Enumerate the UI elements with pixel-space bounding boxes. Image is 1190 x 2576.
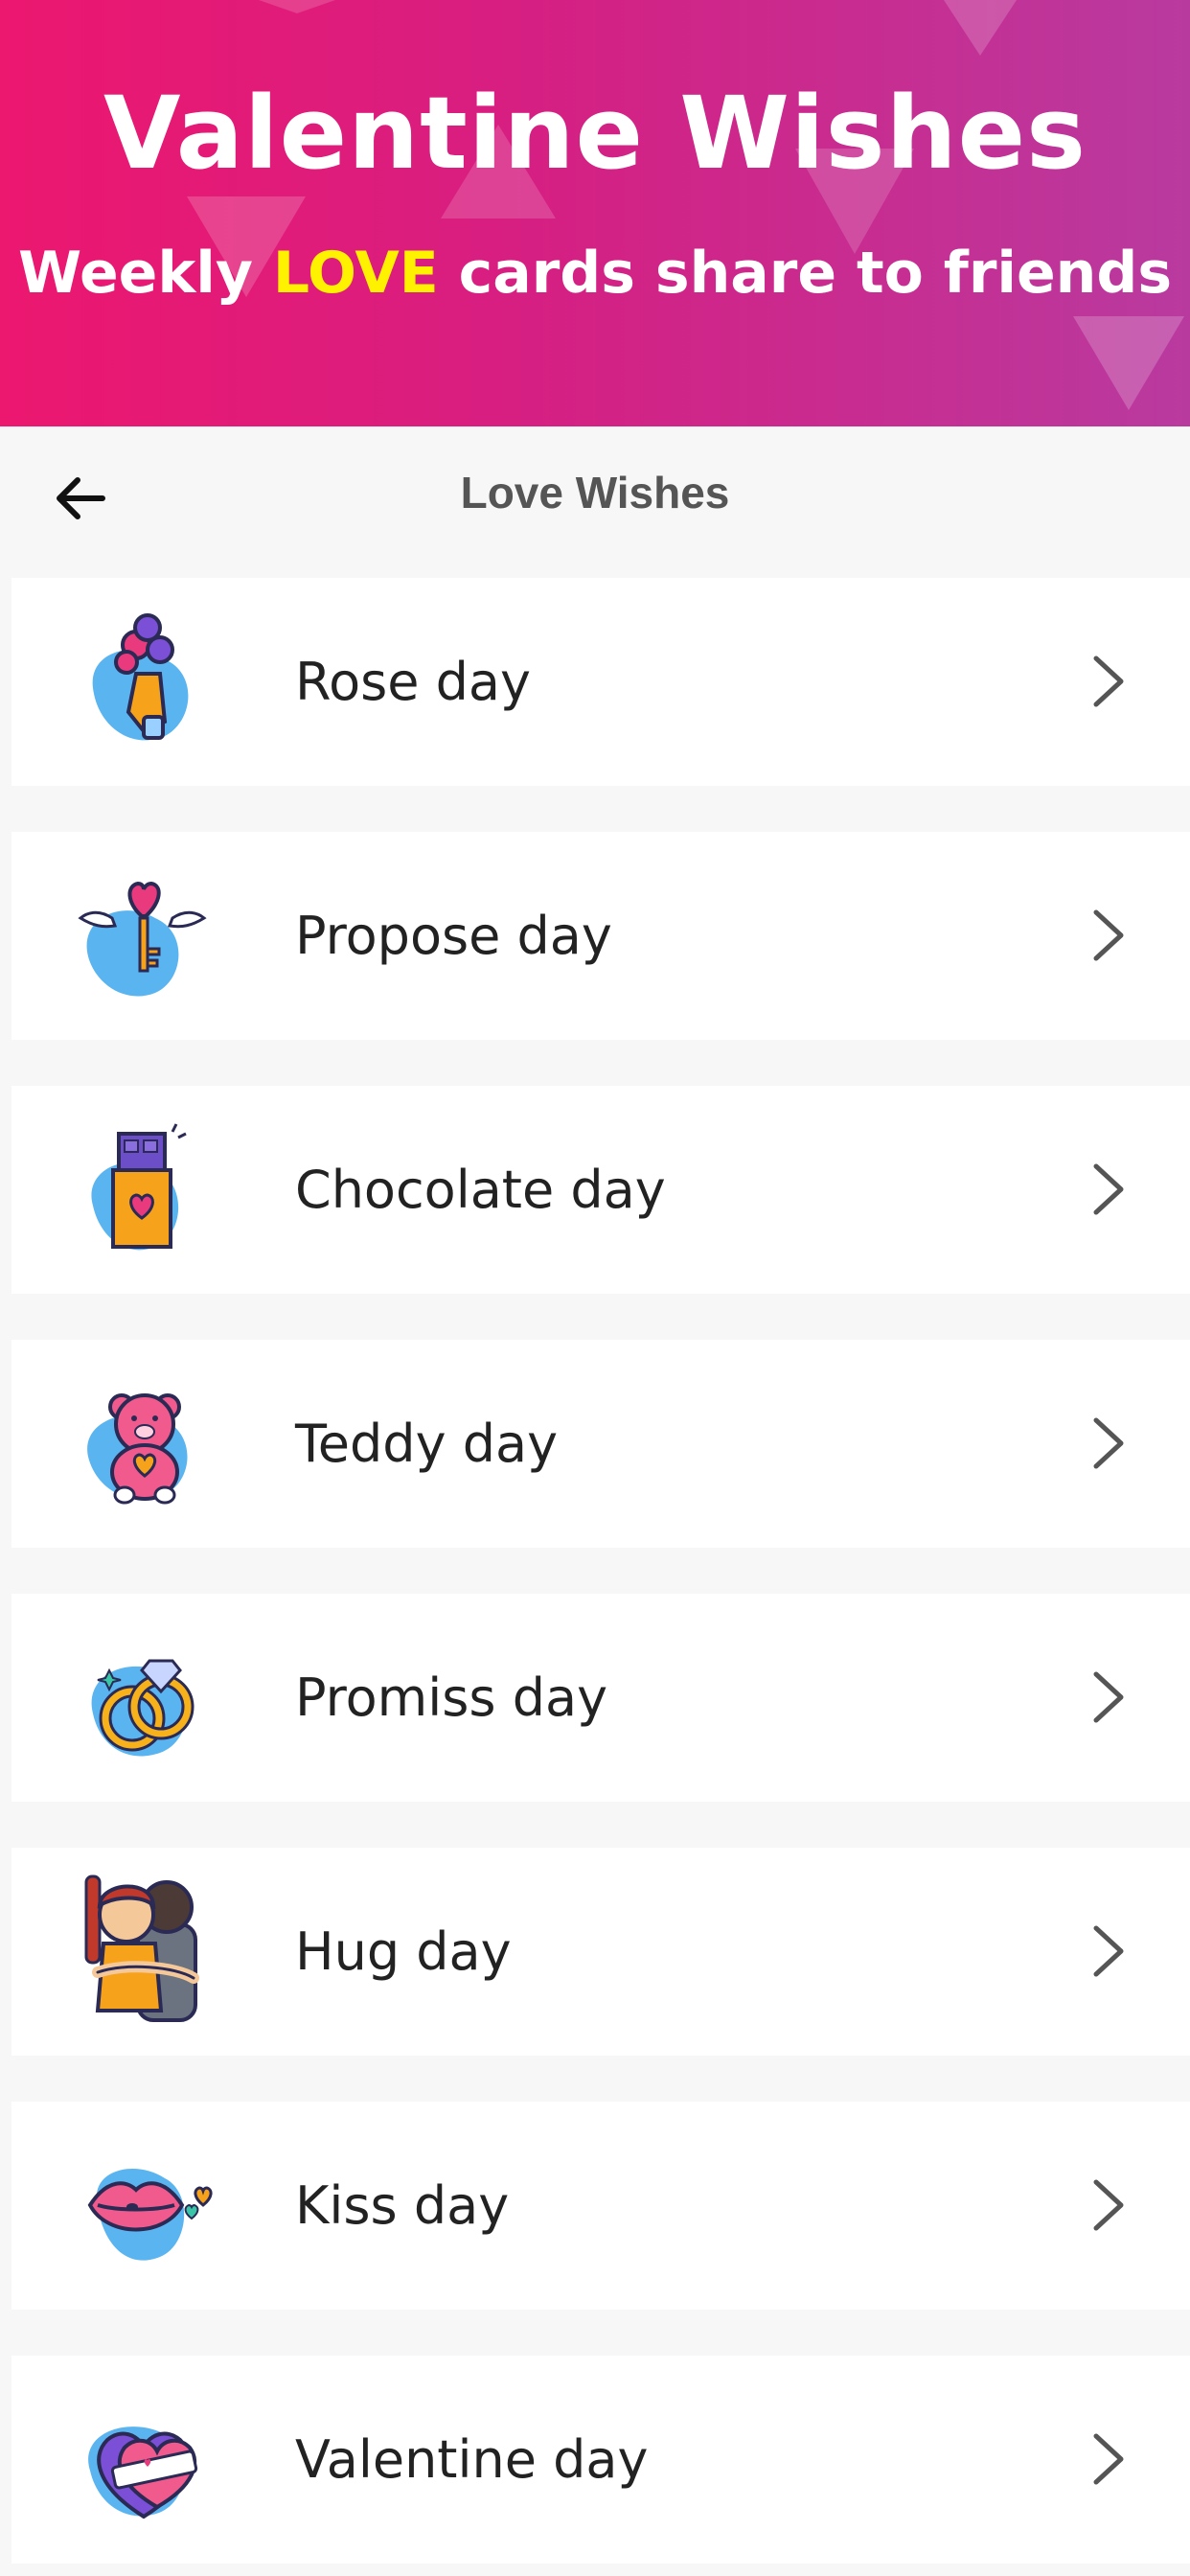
rings-icon — [91, 1659, 195, 1757]
winged-heart-key-icon — [78, 881, 207, 997]
chevron-right-icon — [1093, 1417, 1124, 1469]
heart-ribbon-icon — [88, 2426, 198, 2519]
subtitle-prefix: Weekly — [17, 240, 273, 307]
rose-bouquet-icon — [92, 613, 189, 741]
list-item-chocolate-day[interactable]: Chocolate day — [11, 1086, 1190, 1294]
subtitle-highlight: LOVE — [272, 240, 439, 307]
list-item-hug-day[interactable]: Hug day — [11, 1848, 1190, 2056]
app-bar: Love Wishes — [0, 426, 1190, 578]
list-item-label: Rose day — [295, 652, 531, 712]
list-item-label: Valentine day — [295, 2429, 649, 2490]
header-banner: Valentine Wishes Weekly LOVE cards share… — [0, 0, 1190, 426]
list-item-label: Teddy day — [295, 1414, 559, 1474]
banner-subtitle: Weekly LOVE cards share to friends — [0, 240, 1190, 307]
list-item-label: Propose day — [295, 906, 612, 966]
decorative-triangle — [259, 0, 335, 13]
list-item-label: Hug day — [295, 1921, 512, 1982]
chevron-right-icon — [1093, 2179, 1124, 2231]
lips-icon — [87, 2169, 213, 2261]
subtitle-suffix: cards share to friends — [438, 240, 1173, 307]
list-item-label: Promiss day — [295, 1668, 608, 1728]
hugging-couple-icon — [84, 1874, 199, 2022]
teddy-bear-icon — [87, 1393, 188, 1505]
list-item-valentine-day[interactable]: Valentine day — [11, 2356, 1190, 2564]
list-item-promiss-day[interactable]: Promiss day — [11, 1594, 1190, 1802]
chevron-right-icon — [1093, 1925, 1124, 1977]
banner-title: Valentine Wishes — [103, 75, 1087, 192]
decorative-triangle — [944, 0, 1017, 56]
chocolate-bar-icon — [91, 1123, 187, 1251]
chevron-right-icon — [1093, 1163, 1124, 1215]
chevron-right-icon — [1093, 909, 1124, 961]
list-item-label: Kiss day — [295, 2175, 510, 2236]
list-item-rose-day[interactable]: Rose day — [11, 578, 1190, 786]
page-title: Love Wishes — [460, 468, 730, 518]
list-item-propose-day[interactable]: Propose day — [11, 832, 1190, 1040]
list-item-label: Chocolate day — [295, 1160, 666, 1220]
list-item-kiss-day[interactable]: Kiss day — [11, 2102, 1190, 2310]
chevron-right-icon — [1093, 656, 1124, 707]
list-item-teddy-day[interactable]: Teddy day — [11, 1340, 1190, 1548]
chevron-right-icon — [1093, 2433, 1124, 2485]
chevron-right-icon — [1093, 1671, 1124, 1723]
decorative-triangle — [1073, 316, 1184, 410]
